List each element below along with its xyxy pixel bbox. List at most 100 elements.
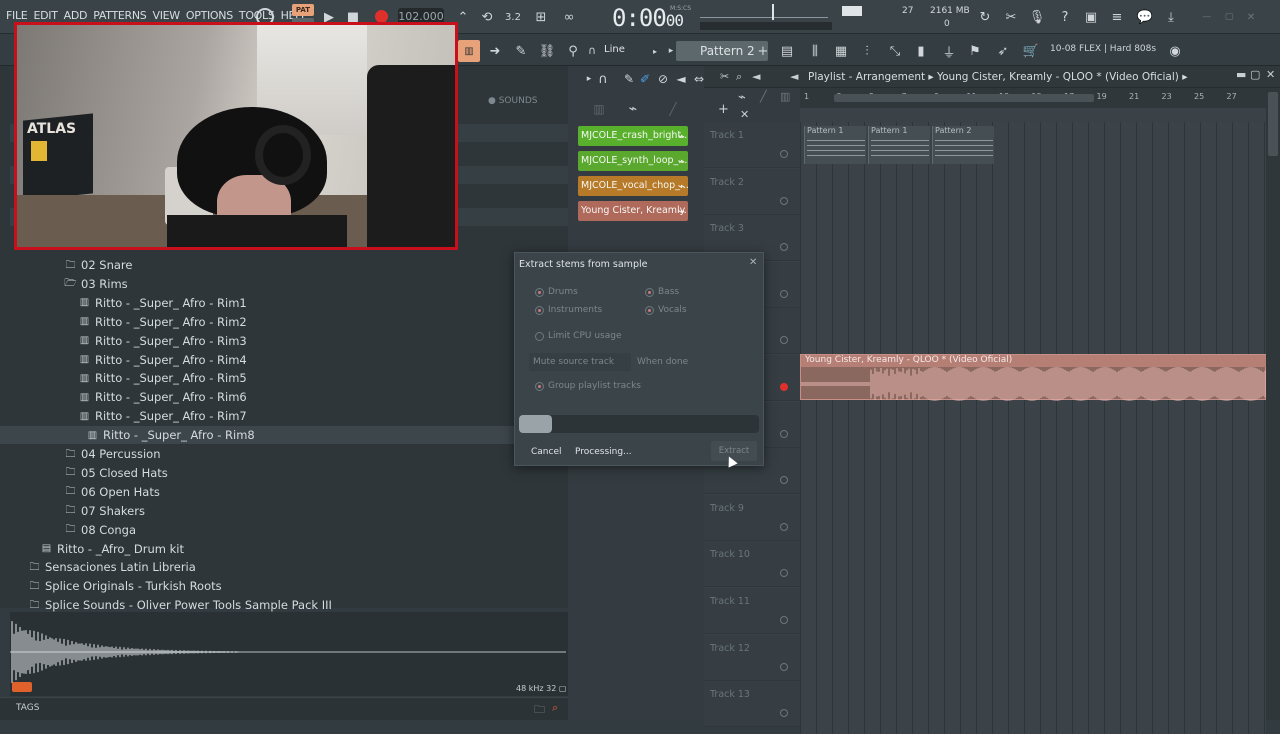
track-mute-indicator[interactable] <box>780 569 788 578</box>
browser-item[interactable]: ▤ Ritto - _Afro_ Drum kit <box>0 540 568 558</box>
track-header[interactable]: Track 13 <box>704 681 800 728</box>
cut-icon[interactable]: ✂ <box>1000 6 1022 28</box>
browser-item[interactable]: 🗁 03 Rims <box>0 275 568 293</box>
track-header[interactable]: Track 10 <box>704 541 800 588</box>
track-header[interactable]: Track 12 <box>704 634 800 681</box>
mixer-view-icon[interactable]: ⫶ <box>856 40 878 62</box>
globe-icon[interactable]: ◉ <box>1164 40 1186 62</box>
pattern-clip[interactable]: Pattern 2 <box>932 126 994 164</box>
download-icon[interactable]: ⤓ <box>1160 6 1182 28</box>
menu-add[interactable]: ADD <box>64 9 88 22</box>
track-mute-indicator[interactable] <box>780 662 788 671</box>
track-mute-indicator[interactable] <box>780 709 788 718</box>
arrangement-grid[interactable]: Pattern 1 Pattern 1 Pattern 2 Young Cister… <box>800 122 1267 734</box>
arrow-right-icon[interactable]: ➜ <box>484 40 506 62</box>
folder-icon[interactable]: 🗀 <box>534 701 545 720</box>
sounds-tab[interactable]: ● SOUNDS <box>488 96 537 106</box>
window-close-icon[interactable]: ✕ <box>1266 68 1275 81</box>
routing-icon[interactable]: ⤡ <box>884 40 906 62</box>
pattern-clip[interactable]: Pattern 1 <box>804 126 866 164</box>
send-icon[interactable]: ➶ <box>992 40 1014 62</box>
track-mute-indicator[interactable] <box>780 150 788 158</box>
track-mute-indicator[interactable] <box>780 336 788 345</box>
track-mute-indicator[interactable] <box>780 522 788 531</box>
master-volume-slider[interactable] <box>700 6 828 18</box>
menu-options[interactable]: OPTIONS <box>186 9 233 22</box>
stamp-icon[interactable]: ⚲ <box>562 40 584 62</box>
menu-view[interactable]: VIEW <box>152 9 180 22</box>
option-bass[interactable]: Bass <box>645 287 679 297</box>
limit-cpu-option[interactable]: Limit CPU usage <box>535 331 622 341</box>
browser-item[interactable]: ▥ Ritto - _Super_ Afro - Rim6 <box>0 388 568 406</box>
magnet-icon[interactable]: ∩ <box>588 44 596 57</box>
track-header[interactable]: Track 11 <box>704 588 800 634</box>
cancel-button[interactable]: Cancel <box>531 447 562 457</box>
browser-item[interactable]: 🗀 04 Percussion <box>0 445 568 463</box>
browser-item[interactable]: ▥ Ritto - _Super_ Afro - Rim3 <box>0 332 568 350</box>
pencil-small-icon[interactable]: ╱ <box>662 98 684 120</box>
split-icon[interactable]: ▥ <box>588 98 610 120</box>
browser-item[interactable]: 🗀 08 Conga <box>0 521 568 539</box>
picker-clip[interactable]: MJCOLE_crash_bright... ⌁ <box>578 126 688 146</box>
browser-item[interactable]: 🗀 Splice Originals - Turkish Roots <box>0 577 568 595</box>
browser-item[interactable]: 🗀 07 Shakers <box>0 502 568 520</box>
group-tracks-radio[interactable] <box>535 381 544 391</box>
curve-icon[interactable]: ╱ <box>760 90 767 103</box>
browser-item[interactable]: 🗀 Sensaciones Latin Libreria <box>0 558 568 576</box>
preview-marker[interactable] <box>12 682 32 692</box>
browser-item[interactable]: ▥ Ritto - _Super_ Afro - Rim1 <box>0 294 568 312</box>
playlist-scrollbar[interactable] <box>834 94 1094 102</box>
track-mute-indicator[interactable] <box>780 196 788 205</box>
menu-patterns[interactable]: PATTERNS <box>93 9 147 22</box>
search-icon[interactable]: ⌕ <box>552 701 558 715</box>
track-header[interactable]: Track 2 <box>704 168 800 215</box>
picker-clip[interactable]: Young Cister, Kreamly... ⌁ <box>578 201 688 221</box>
refresh-icon[interactable]: ↻ <box>974 6 996 28</box>
snap-select[interactable]: Line <box>604 44 625 55</box>
group-tracks-option[interactable]: Group playlist tracks <box>535 381 641 391</box>
playlist-icon[interactable]: ▤ <box>776 40 798 62</box>
shop-icon[interactable]: 🛒 <box>1020 40 1042 62</box>
track-header[interactable]: Track 9 <box>704 494 800 541</box>
drums-radio[interactable] <box>535 287 544 297</box>
blend-icon[interactable]: ⊞ <box>530 6 552 28</box>
browser-icon[interactable]: ▮ <box>910 40 932 62</box>
chat-icon[interactable]: 💬 <box>1134 6 1156 28</box>
browser-item[interactable]: ▥ Ritto - _Super_ Afro - Rim7 <box>0 407 568 425</box>
browser-item[interactable]: ▥ Ritto - _Super_ Afro - Rim2 <box>0 313 568 331</box>
browser-item[interactable]: ▥ Ritto - _Super_ Afro - Rim8 <box>0 426 568 445</box>
limit-cpu-radio[interactable] <box>535 331 544 341</box>
loop-icon[interactable]: ∞ <box>558 6 580 28</box>
browser-item[interactable]: ▥ Ritto - _Super_ Afro - Rim4 <box>0 351 568 369</box>
browser-item[interactable]: 🗀 02 Snare <box>0 256 568 274</box>
mute-source-select[interactable]: Mute source track <box>529 353 631 371</box>
help-icon[interactable]: ? <box>1054 6 1076 28</box>
step-edit-icon[interactable]: 3.2 <box>502 6 524 28</box>
close-icon[interactable]: ✕ <box>1240 6 1262 28</box>
sample-preview-waveform[interactable]: 48 kHz 32 ▢ <box>10 612 568 696</box>
speaker-toggle-icon[interactable]: ◄ <box>790 70 798 83</box>
save-icon[interactable]: ▣ <box>1080 6 1102 28</box>
option-instruments[interactable]: Instruments <box>535 305 602 315</box>
plugin-icon[interactable]: ⏚ <box>938 40 960 62</box>
window-maximize-icon[interactable]: ▢ <box>1250 68 1260 81</box>
pencil-tool-icon[interactable]: ✎ <box>510 40 532 62</box>
maximize-icon[interactable]: ▢ <box>1218 6 1240 28</box>
channel-rack-icon[interactable]: ⫼ <box>804 40 826 62</box>
add-track-icon[interactable]: + <box>718 102 729 117</box>
picker-clip[interactable]: MJCOLE_vocal_chop_... ⌁ <box>578 176 688 196</box>
snap-tool-icon[interactable]: ✂ <box>720 70 729 83</box>
track-mute-indicator[interactable] <box>780 243 788 252</box>
magnet-icon[interactable]: ∩ <box>592 68 614 90</box>
loop-record-icon[interactable]: ⟲ <box>476 6 498 28</box>
track-header[interactable]: Track 1 <box>704 122 800 168</box>
minimize-icon[interactable]: — <box>1196 6 1218 28</box>
option-vocals[interactable]: Vocals <box>645 305 687 315</box>
piano-roll-icon[interactable]: ▥ <box>458 40 480 62</box>
speaker-icon[interactable]: ◄ <box>752 70 760 83</box>
pattern-song-toggle[interactable]: PAT <box>292 4 314 16</box>
vertical-scrollbar[interactable] <box>1266 88 1280 720</box>
menu-file[interactable]: FILE <box>6 9 28 22</box>
track-mute-indicator[interactable] <box>780 383 788 391</box>
browser-item[interactable]: ▥ Ritto - _Super_ Afro - Rim5 <box>0 369 568 387</box>
